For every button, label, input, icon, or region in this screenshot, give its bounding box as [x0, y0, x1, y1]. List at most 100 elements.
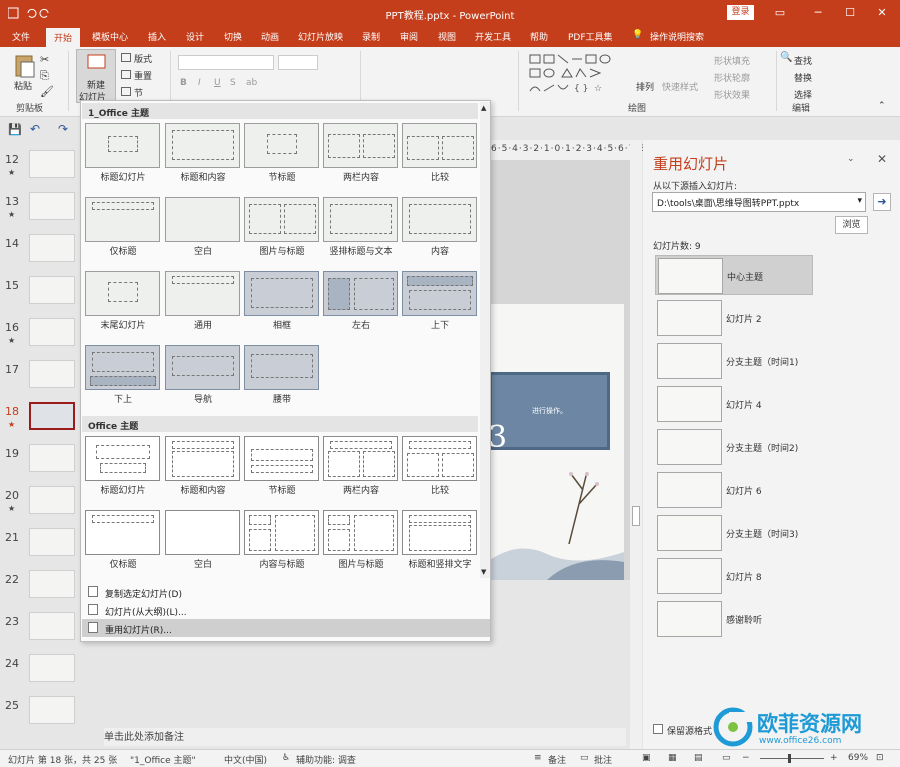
- slide-thumb-21[interactable]: 21: [0, 528, 80, 564]
- layout-item[interactable]: 标题和竖排文字: [402, 510, 478, 574]
- replace-button[interactable]: 替换: [794, 71, 812, 84]
- layout-item[interactable]: 比较: [402, 436, 478, 500]
- slide-thumb-16[interactable]: 16 ★: [0, 318, 80, 354]
- zoom-slider[interactable]: [760, 758, 824, 759]
- minimize-icon[interactable]: ─: [806, 4, 830, 22]
- tab-developer[interactable]: 开发工具: [475, 30, 511, 43]
- login-button[interactable]: 登录: [727, 5, 754, 20]
- reuse-slide-item[interactable]: 分支主题（时间1): [655, 341, 813, 381]
- strikethrough-icon[interactable]: ab: [246, 78, 257, 88]
- italic-icon[interactable]: I: [198, 78, 201, 88]
- zoom-out-icon[interactable]: −: [742, 753, 750, 763]
- layout-item[interactable]: 节标题: [244, 436, 320, 500]
- select-button[interactable]: 选择: [794, 88, 812, 101]
- slide-thumb-19[interactable]: 19: [0, 444, 80, 480]
- layout-item[interactable]: 图片与标题: [244, 197, 320, 261]
- notes-button[interactable]: 备注: [548, 753, 566, 766]
- layout-item[interactable]: 末尾幻灯片: [85, 271, 161, 335]
- layout-item[interactable]: 左右: [323, 271, 399, 335]
- tab-transitions[interactable]: 切换: [224, 30, 242, 43]
- slide-thumb-15[interactable]: 15: [0, 276, 80, 312]
- slide-thumb-20[interactable]: 20 ★: [0, 486, 80, 522]
- keep-format-checkbox[interactable]: [653, 724, 663, 734]
- bold-icon[interactable]: B: [180, 78, 187, 88]
- normal-view-icon[interactable]: ▣: [642, 753, 651, 763]
- font-size-select[interactable]: [278, 55, 318, 70]
- layout-item[interactable]: 下上: [85, 345, 161, 409]
- notes-area[interactable]: 单击此处添加备注: [104, 728, 626, 746]
- pane-options-icon[interactable]: ⌄: [847, 154, 855, 164]
- ribbon-display-icon[interactable]: ▭: [768, 4, 792, 22]
- shape-fill-button[interactable]: 形状填充: [714, 54, 750, 67]
- layout-item[interactable]: 仅标题: [85, 197, 161, 261]
- layout-item[interactable]: 上下: [402, 271, 478, 335]
- layout-item[interactable]: 相框: [244, 271, 320, 335]
- slides-from-outline-command[interactable]: 幻灯片(从大纲)(L)...: [82, 601, 490, 619]
- scroll-down-icon[interactable]: ▼: [481, 568, 486, 576]
- browse-button[interactable]: 浏览: [835, 216, 868, 234]
- layout-item[interactable]: 内容与标题: [244, 510, 320, 574]
- find-button[interactable]: 查找: [794, 54, 812, 67]
- tab-template-center[interactable]: 模板中心: [92, 30, 128, 43]
- slide-thumb-14[interactable]: 14: [0, 234, 80, 270]
- copy-icon[interactable]: ⎘: [40, 69, 49, 83]
- layout-item[interactable]: 标题和内容: [165, 436, 241, 500]
- paste-icon[interactable]: [14, 53, 36, 79]
- layout-button[interactable]: 版式: [134, 52, 152, 65]
- reuse-slide-item[interactable]: 幻灯片 6: [655, 470, 813, 510]
- layout-item[interactable]: 两栏内容: [323, 123, 399, 187]
- layout-item[interactable]: 比较: [402, 123, 478, 187]
- layout-item[interactable]: 竖排标题与文本: [323, 197, 399, 261]
- tell-me-search[interactable]: 操作说明搜索: [650, 30, 704, 43]
- layout-item[interactable]: 通用: [165, 271, 241, 335]
- layout-item[interactable]: 标题幻灯片: [85, 123, 161, 187]
- undo-icon[interactable]: ↶: [30, 122, 40, 136]
- accessibility-status[interactable]: 辅助功能: 调查: [296, 753, 356, 766]
- tab-record[interactable]: 录制: [362, 30, 380, 43]
- font-name-select[interactable]: [178, 55, 274, 70]
- reuse-slide-item[interactable]: 幻灯片 4: [655, 384, 813, 424]
- reuse-slide-item[interactable]: 幻灯片 8: [655, 556, 813, 596]
- slide-thumb-18-selected[interactable]: 18 ★: [0, 402, 80, 438]
- reuse-slide-item[interactable]: 中心主题: [655, 255, 813, 295]
- fit-slide-icon[interactable]: ⊡: [876, 753, 884, 763]
- shape-outline-button[interactable]: 形状轮廓: [714, 71, 750, 84]
- slide-thumb-17[interactable]: 17: [0, 360, 80, 396]
- shape-effects-button[interactable]: 形状效果: [714, 88, 750, 101]
- tab-slideshow[interactable]: 幻灯片放映: [298, 30, 343, 43]
- comments-button[interactable]: 批注: [594, 753, 612, 766]
- layout-item[interactable]: 腰带: [244, 345, 320, 409]
- layout-item[interactable]: 导航: [165, 345, 241, 409]
- paste-button[interactable]: 粘贴: [14, 79, 32, 92]
- slide-vertical-scrollbar[interactable]: [630, 140, 642, 750]
- slide-thumb-22[interactable]: 22: [0, 570, 80, 606]
- format-painter-icon[interactable]: 🖌: [40, 85, 54, 98]
- slide-thumb-23[interactable]: 23: [0, 612, 80, 648]
- go-arrow-icon[interactable]: ➜: [873, 193, 891, 211]
- gallery-scrollbar[interactable]: ▲ ▼: [480, 102, 490, 578]
- layout-item[interactable]: 两栏内容: [323, 436, 399, 500]
- tab-insert[interactable]: 插入: [148, 30, 166, 43]
- tab-home[interactable]: 开始: [46, 28, 81, 47]
- reuse-slide-item[interactable]: 分支主题（时间3): [655, 513, 813, 553]
- maximize-icon[interactable]: ☐: [838, 4, 862, 22]
- tab-help[interactable]: 帮助: [530, 30, 548, 43]
- new-slide-button[interactable]: 新建 幻灯片: [76, 49, 116, 103]
- chevron-down-icon[interactable]: ▾: [857, 196, 862, 206]
- tab-design[interactable]: 设计: [186, 30, 204, 43]
- zoom-in-icon[interactable]: +: [830, 753, 838, 763]
- layout-item[interactable]: 内容: [402, 197, 478, 261]
- slide-thumb-12[interactable]: 12 ★: [0, 150, 80, 186]
- slide-text-box[interactable]: 进行操作。: [489, 372, 610, 450]
- slideshow-icon[interactable]: ▭: [722, 753, 731, 763]
- language-status[interactable]: 中文(中国): [224, 753, 267, 766]
- layout-item[interactable]: 仅标题: [85, 510, 161, 574]
- layout-item[interactable]: 节标题: [244, 123, 320, 187]
- close-pane-icon[interactable]: ✕: [877, 152, 887, 166]
- scroll-thumb[interactable]: [632, 506, 640, 526]
- shapes-gallery-icon[interactable]: { } ☆: [528, 53, 618, 97]
- scroll-up-icon[interactable]: ▲: [481, 104, 486, 112]
- reuse-slide-item[interactable]: 感谢聆听: [655, 599, 813, 639]
- duplicate-slides-command[interactable]: 复制选定幻灯片(D): [82, 583, 490, 601]
- tab-review[interactable]: 审阅: [400, 30, 418, 43]
